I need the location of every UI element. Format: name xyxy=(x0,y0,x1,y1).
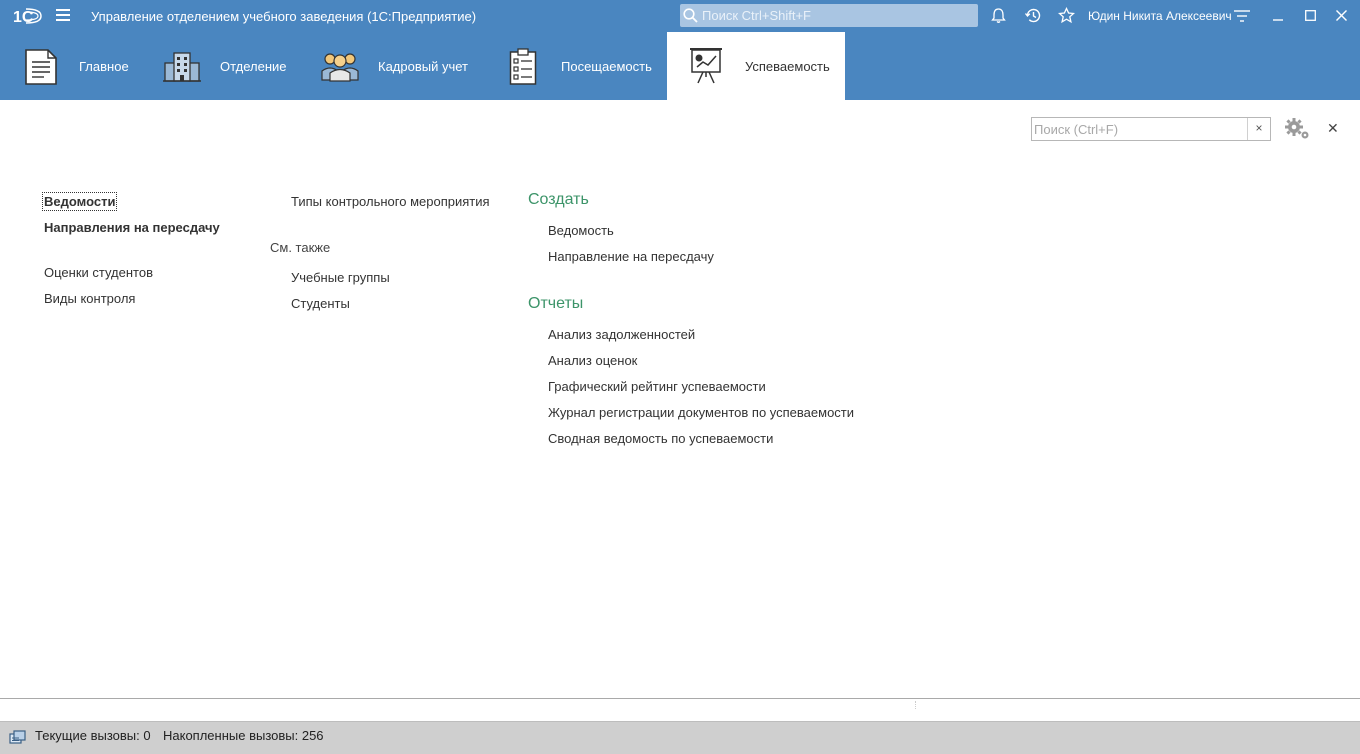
section-label: Посещаемость xyxy=(561,59,652,74)
nav-link-control-event-types[interactable]: Типы контрольного мероприятия xyxy=(291,194,490,209)
close-window-icon[interactable] xyxy=(1336,10,1347,21)
search-icon xyxy=(683,8,698,23)
see-also-title: См. также xyxy=(270,240,331,255)
form-search[interactable]: × xyxy=(1031,117,1271,141)
server-calls-icon[interactable] xyxy=(9,730,27,746)
gear-icon[interactable] xyxy=(1283,117,1311,141)
create-statement-link[interactable]: Ведомость xyxy=(548,223,614,238)
main-menu-icon[interactable] xyxy=(56,9,70,21)
report-summary-statement[interactable]: Сводная ведомость по успеваемости xyxy=(548,431,773,446)
checklist-icon xyxy=(509,48,537,85)
section-main[interactable]: Главное xyxy=(0,32,148,100)
section-attendance[interactable]: Посещаемость xyxy=(489,32,667,100)
history-icon[interactable] xyxy=(1024,7,1042,24)
status-bar: Текущие вызовы: 0 Накопленные вызовы: 25… xyxy=(0,721,1360,754)
report-debt-analysis[interactable]: Анализ задолженностей xyxy=(548,327,695,342)
bell-icon[interactable] xyxy=(990,7,1007,24)
star-icon[interactable] xyxy=(1058,7,1075,24)
document-icon xyxy=(25,49,57,85)
current-calls: Текущие вызовы: 0 xyxy=(35,728,151,743)
form-search-input[interactable] xyxy=(1034,121,1244,137)
message-area xyxy=(1,699,1359,721)
splitter-mark[interactable] xyxy=(915,701,917,709)
nav-link-student-grades[interactable]: Оценки студентов xyxy=(44,265,153,280)
accumulated-calls: Накопленные вызовы: 256 xyxy=(163,728,324,743)
section-label: Кадровый учет xyxy=(378,59,468,74)
create-group-title: Создать xyxy=(528,191,589,208)
section-performance[interactable]: Успеваемость xyxy=(667,32,845,100)
reports-group-title: Отчеты xyxy=(528,295,584,312)
close-form-button[interactable]: ✕ xyxy=(1327,120,1339,137)
nav-link-study-groups[interactable]: Учебные группы xyxy=(291,270,390,285)
section-label: Главное xyxy=(79,59,129,74)
global-search[interactable] xyxy=(680,4,978,27)
building-icon xyxy=(163,52,201,82)
nav-link-students[interactable]: Студенты xyxy=(291,296,350,311)
presentation-board-icon xyxy=(690,48,722,84)
sections-panel: Главное Отделение Кадровый учет Посещаем… xyxy=(0,32,1360,100)
section-label: Отделение xyxy=(220,59,287,74)
1c-logo-icon: 1C xyxy=(13,8,42,25)
nav-link-control-types[interactable]: Виды контроля xyxy=(44,291,135,306)
global-search-input[interactable] xyxy=(702,7,972,23)
people-icon xyxy=(321,53,359,82)
nav-link-retake-directions[interactable]: Направления на пересдачу xyxy=(44,220,220,235)
minimize-icon[interactable] xyxy=(1272,9,1284,21)
user-name[interactable]: Юдин Никита Алексеевич xyxy=(1088,9,1232,23)
clear-search-button[interactable]: × xyxy=(1247,118,1270,140)
title-bar: 1C Управление отделением учебного заведе… xyxy=(0,0,1360,32)
report-performance-rating[interactable]: Графический рейтинг успеваемости xyxy=(548,379,766,394)
section-content xyxy=(1,100,1359,698)
nav-link-statements[interactable]: Ведомости xyxy=(41,192,118,211)
report-document-journal[interactable]: Журнал регистрации документов по успевае… xyxy=(548,405,854,420)
section-department[interactable]: Отделение xyxy=(148,32,303,100)
app-title: Управление отделением учебного заведения… xyxy=(91,9,477,24)
section-hr[interactable]: Кадровый учет xyxy=(303,32,489,100)
settings-menu-icon[interactable] xyxy=(1234,9,1250,23)
maximize-icon[interactable] xyxy=(1305,10,1316,21)
create-retake-direction-link[interactable]: Направление на пересдачу xyxy=(548,249,714,264)
section-label: Успеваемость xyxy=(745,59,830,74)
report-grades-analysis[interactable]: Анализ оценок xyxy=(548,353,637,368)
